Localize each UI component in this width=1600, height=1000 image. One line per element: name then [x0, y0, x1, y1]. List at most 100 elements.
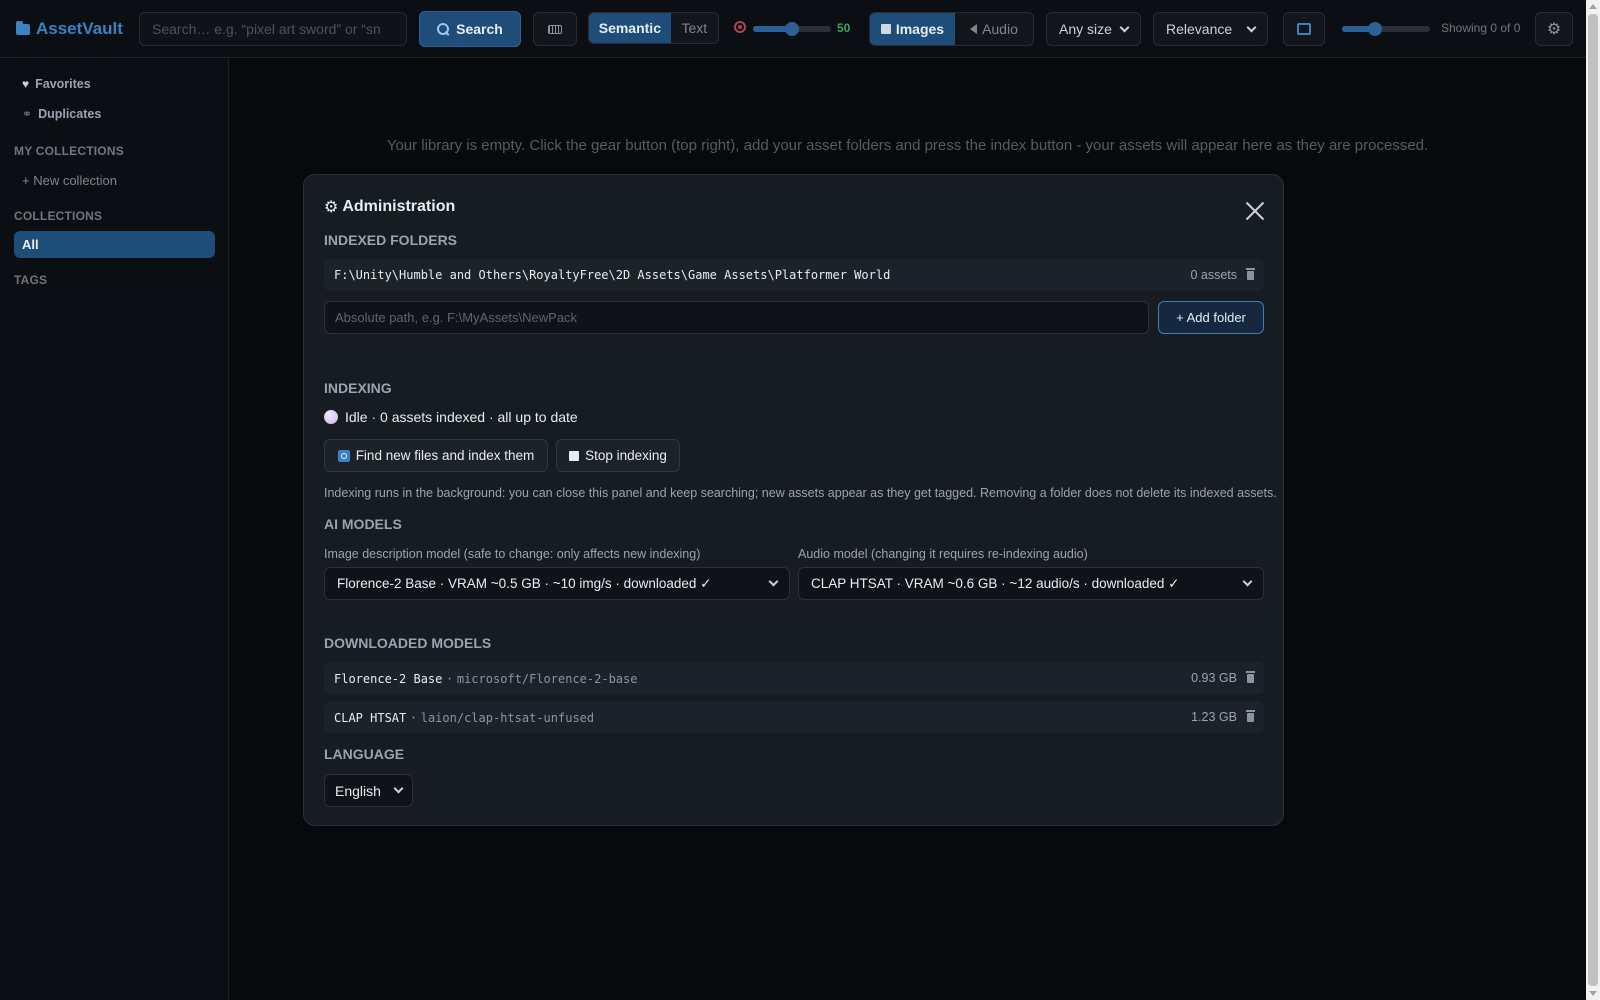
thumbnail-size-slider[interactable] [1342, 22, 1430, 36]
sidebar-item-duplicates[interactable]: ⚭ Duplicates [22, 107, 101, 121]
stop-button-label: Stop indexing [585, 448, 667, 463]
indexing-status-text: Idle · 0 assets indexed · all up to date [345, 409, 578, 425]
page-scrollbar[interactable] [1586, 0, 1600, 1000]
settings-button[interactable]: ⚙ [1535, 12, 1573, 46]
indexing-heading: INDEXING [324, 380, 392, 396]
type-images-label: Images [895, 21, 945, 37]
folder-asset-count: 0 assets [1190, 268, 1237, 282]
image-model-label: Image description model (safe to change:… [324, 547, 701, 561]
type-audio-button[interactable]: Audio [955, 13, 1033, 45]
downloaded-models-heading: DOWNLOADED MODELS [324, 635, 492, 651]
chevron-down-icon [393, 783, 404, 794]
administration-dialog: ⚙ Administration INDEXED FOLDERS F:\Unit… [303, 174, 1284, 826]
heart-icon: ♥ [22, 77, 30, 91]
mode-semantic-button[interactable]: Semantic [589, 13, 671, 43]
sidebar-item-favorites[interactable]: ♥ Favorites [22, 77, 91, 91]
find-button-label: Find new files and index them [355, 448, 535, 463]
sync-icon [337, 449, 350, 462]
folder-path-input[interactable] [324, 301, 1149, 334]
close-icon[interactable] [1245, 201, 1265, 221]
asset-type-toggle: Images Audio [869, 12, 1034, 46]
stop-indexing-button[interactable]: Stop indexing [556, 439, 680, 472]
model-size: 1.23 GB [1191, 710, 1237, 724]
threshold-value: 50 [837, 21, 851, 35]
tags-heading: TAGS [14, 273, 48, 287]
sort-value: Relevance [1166, 21, 1233, 37]
audio-model-select[interactable]: CLAP HTSAT · VRAM ~0.6 GB · ~12 audio/s … [798, 567, 1264, 600]
refresh-button[interactable] [1283, 12, 1325, 46]
model-repo: laion/clap-htsat-unfused [420, 710, 595, 725]
scroll-down-icon[interactable] [1589, 991, 1597, 996]
downloaded-model-row: CLAP HTSAT · laion/clap-htsat-unfused 1.… [324, 701, 1264, 733]
app-name: AssetVault [36, 19, 123, 38]
search-icon [437, 22, 450, 36]
target-icon [734, 21, 746, 33]
search-mode-toggle: Semantic Text [588, 12, 719, 44]
search-button[interactable]: Search [419, 11, 521, 47]
keyboard-button[interactable] [533, 12, 577, 46]
type-audio-label: Audio [982, 21, 1018, 37]
refresh-icon [1297, 23, 1311, 35]
audio-model-label: Audio model (changing it requires re-ind… [798, 547, 1088, 561]
keyboard-icon [548, 24, 562, 34]
type-images-button[interactable]: Images [870, 13, 955, 45]
status-dot-icon [324, 410, 338, 424]
folder-icon [16, 20, 30, 35]
trash-icon[interactable] [1246, 709, 1255, 722]
speaker-icon [970, 24, 978, 34]
model-separator: · [446, 671, 454, 686]
dialog-title-text: Administration [342, 198, 456, 215]
trash-icon[interactable] [1246, 670, 1255, 683]
indexing-status: Idle · 0 assets indexed · all up to date [324, 409, 578, 425]
empty-library-message: Your library is empty. Click the gear bu… [386, 137, 1429, 154]
search-button-label: Search [456, 21, 503, 37]
gear-icon: ⚙ [324, 199, 339, 216]
collections-heading: COLLECTIONS [14, 209, 103, 223]
model-separator: · [409, 710, 418, 725]
sort-select[interactable]: Relevance [1153, 12, 1268, 46]
new-collection-button[interactable]: + New collection [22, 173, 117, 188]
size-filter-value: Any size [1059, 21, 1112, 37]
gear-icon: ⚙ [1546, 21, 1562, 38]
image-icon [880, 24, 891, 34]
collection-item-all[interactable]: All [14, 231, 215, 258]
threshold-slider[interactable] [753, 22, 831, 36]
image-model-value: Florence-2 Base · VRAM ~0.5 GB · ~10 img… [337, 575, 712, 591]
add-folder-button[interactable]: + Add folder [1158, 301, 1264, 334]
size-filter-select[interactable]: Any size [1046, 12, 1141, 46]
sidebar: ♥ Favorites ⚭ Duplicates MY COLLECTIONS … [0, 58, 229, 1000]
indexing-hint: Indexing runs in the background: you can… [324, 486, 1277, 500]
image-model-select[interactable]: Florence-2 Base · VRAM ~0.5 GB · ~10 img… [324, 567, 790, 600]
threshold-slider-thumb[interactable] [785, 22, 799, 36]
link-icon: ⚭ [22, 107, 33, 121]
scrollbar-thumb[interactable] [1588, 14, 1598, 986]
downloaded-model-row: Florence-2 Base · microsoft/Florence-2-b… [324, 662, 1264, 694]
sidebar-item-label: Favorites [35, 77, 91, 91]
trash-icon[interactable] [1246, 267, 1255, 280]
audio-model-value: CLAP HTSAT · VRAM ~0.6 GB · ~12 audio/s … [811, 575, 1180, 591]
model-name: Florence-2 Base [334, 671, 443, 686]
sidebar-item-label: Duplicates [38, 107, 102, 121]
chevron-down-icon [1246, 22, 1257, 32]
thumbnail-size-slider-thumb[interactable] [1368, 22, 1383, 36]
dialog-title: ⚙ Administration [324, 197, 455, 217]
language-value: English [335, 782, 381, 799]
model-repo: microsoft/Florence-2-base [456, 671, 638, 686]
search-input[interactable] [139, 12, 407, 46]
find-and-index-button[interactable]: Find new files and index them [324, 439, 548, 472]
stop-icon [569, 450, 580, 461]
indexed-folders-heading: INDEXED FOLDERS [324, 232, 458, 248]
ai-models-heading: AI MODELS [324, 516, 402, 532]
app-logo[interactable]: AssetVault [16, 18, 123, 40]
model-size: 0.93 GB [1191, 671, 1237, 685]
language-heading: LANGUAGE [324, 746, 405, 762]
scroll-up-icon[interactable] [1589, 4, 1597, 9]
folder-row: F:\Unity\Humble and Others\RoyaltyFree\2… [324, 259, 1264, 291]
mode-text-button[interactable]: Text [671, 13, 718, 43]
my-collections-heading: MY COLLECTIONS [14, 144, 124, 158]
language-select[interactable]: English [324, 774, 413, 807]
top-toolbar: AssetVault Search Semantic Text 50 Image… [0, 0, 1586, 58]
results-count: Showing 0 of 0 [1441, 21, 1521, 35]
model-name: CLAP HTSAT [334, 710, 407, 725]
chevron-down-icon [1119, 22, 1130, 32]
